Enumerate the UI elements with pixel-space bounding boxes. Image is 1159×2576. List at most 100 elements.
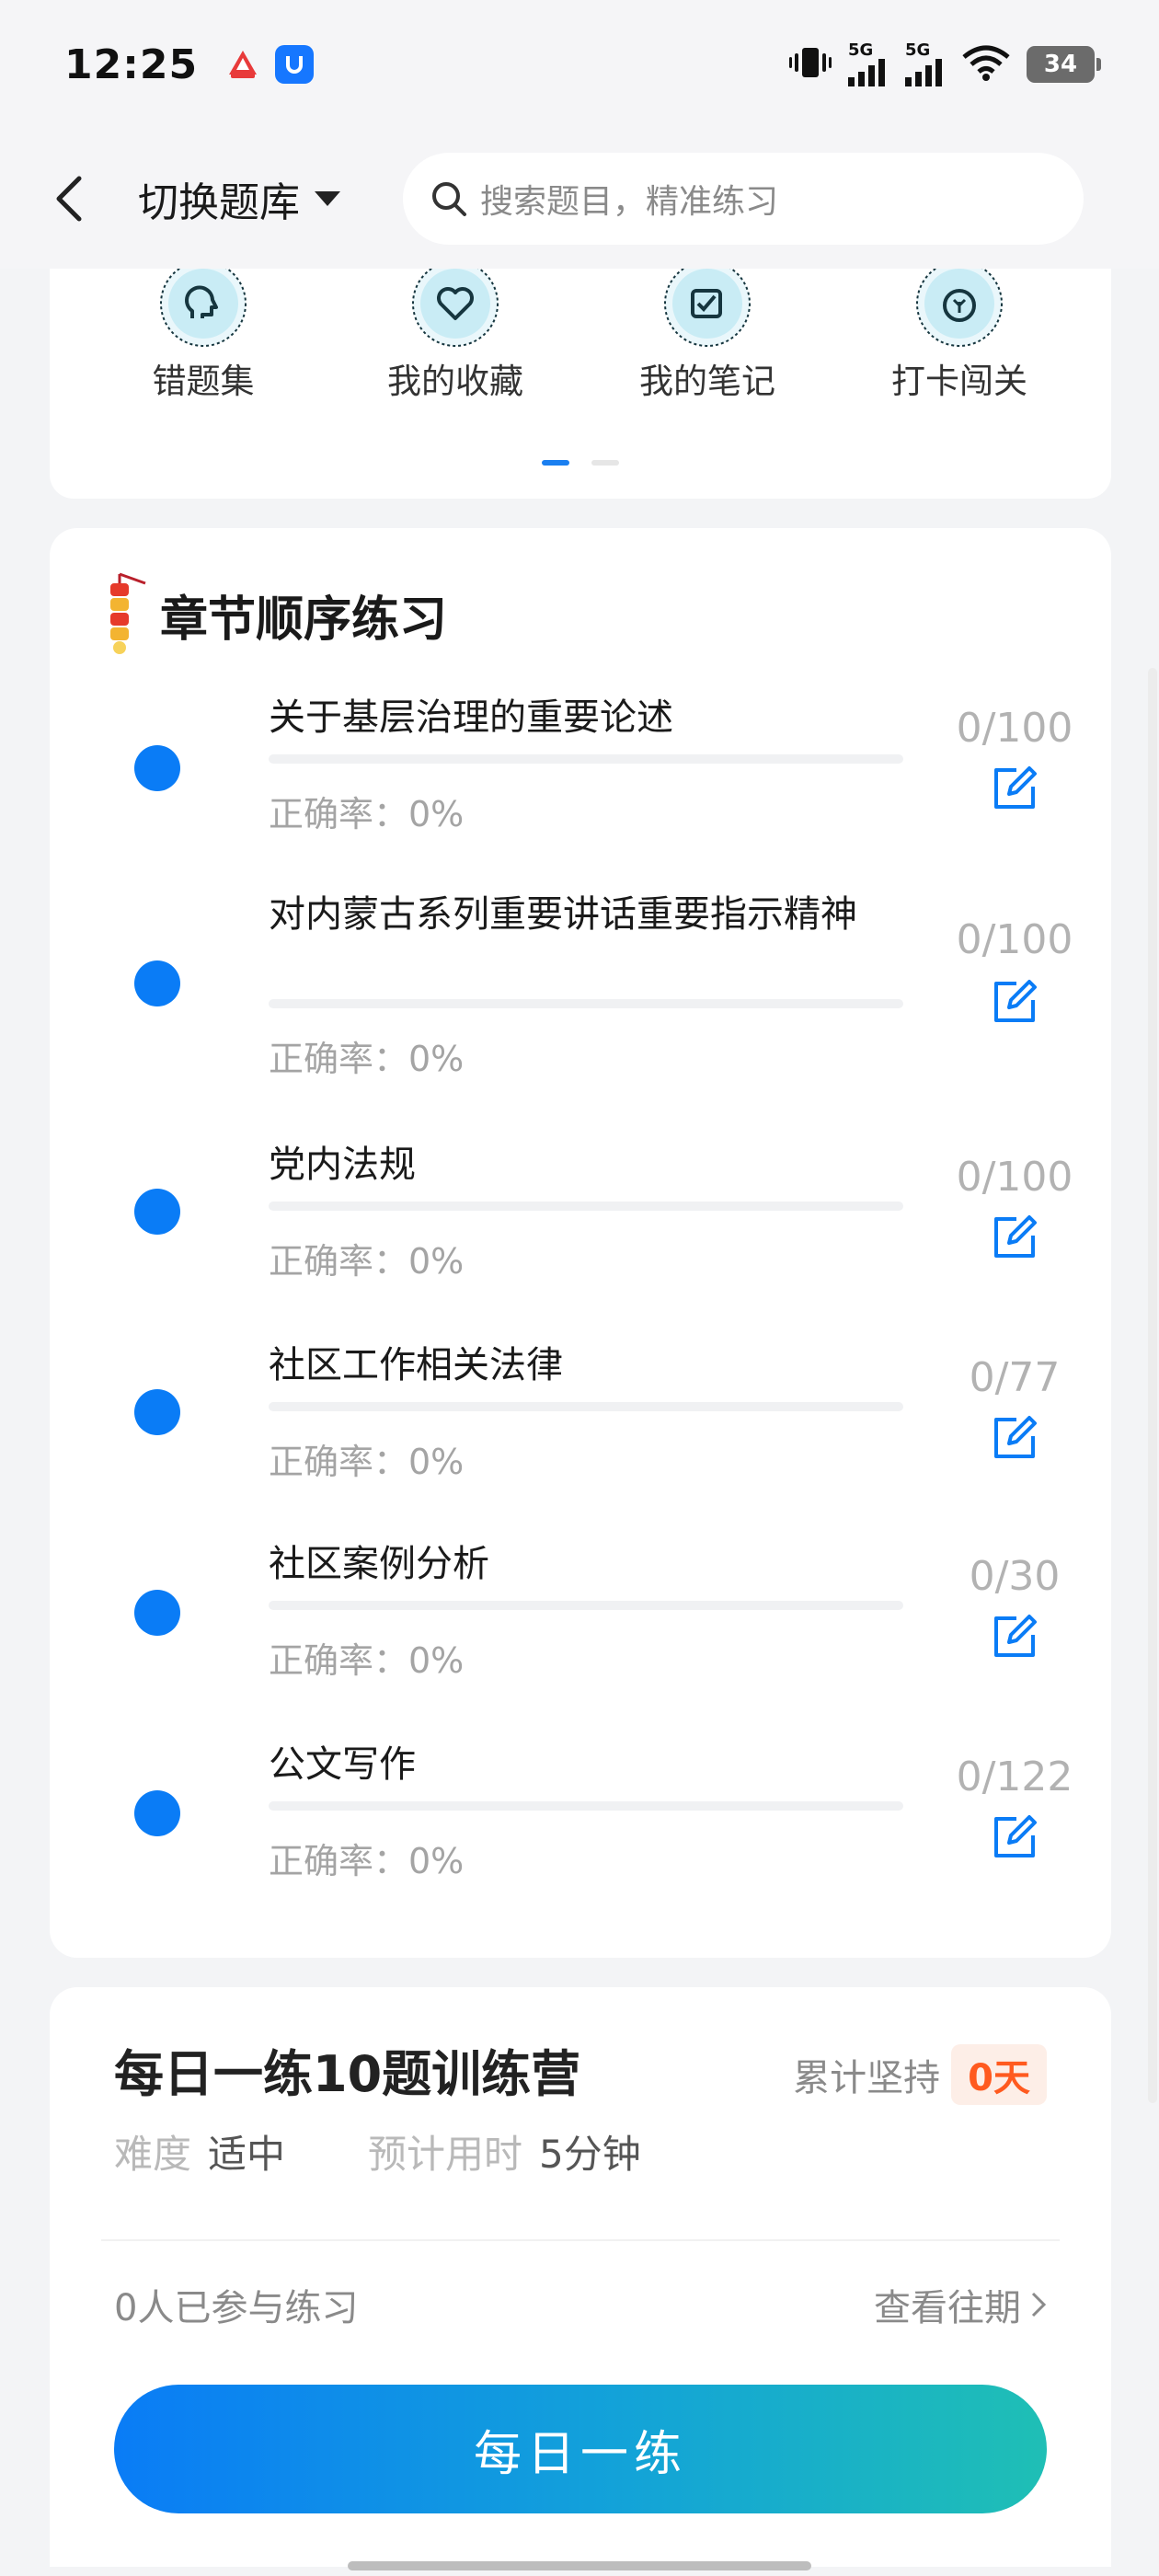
chapter-item[interactable]: 公文写作 正确率：0% 0/122: [50, 1741, 1111, 1906]
participants-count: 0人已参与练习: [114, 2287, 359, 2329]
chapter-section-title: 章节顺序练习: [160, 592, 448, 648]
leaf-icon: [913, 258, 1005, 347]
chapter-progress-bar: [269, 1402, 903, 1411]
streak-badge: 0天: [951, 2044, 1047, 2105]
chapter-progress-bar: [269, 1202, 903, 1211]
practice-edit-button[interactable]: [984, 758, 1045, 819]
status-app-icons: [224, 45, 315, 84]
edit-icon: [994, 980, 1037, 1022]
shortcut-checkin[interactable]: 打卡闯关: [833, 258, 1085, 403]
chapter-status-dot: [134, 960, 180, 1006]
shortcut-label: 我的收藏: [387, 362, 523, 401]
edit-icon: [994, 766, 1037, 809]
daily-practice-button[interactable]: 每日一练: [114, 2385, 1047, 2513]
estimated-time-label: 预计用时: [368, 2132, 523, 2177]
chapter-status-dot: [134, 1189, 180, 1235]
chapter-accuracy: 正确率：0%: [269, 1241, 465, 1282]
difficulty-label: 难度: [114, 2132, 192, 2177]
chapter-item[interactable]: 社区工作相关法律 正确率：0% 0/77: [50, 1341, 1111, 1507]
edit-icon: [994, 1615, 1037, 1657]
shortcut-label: 错题集: [152, 362, 255, 401]
home-indicator[interactable]: [348, 2561, 811, 2570]
practice-edit-button[interactable]: [984, 1807, 1045, 1868]
shortcut-row: 错题集 我的收藏 我的笔记 打卡闯关: [50, 258, 1111, 403]
chapter-status-dot: [134, 1790, 180, 1836]
battery-indicator: 34: [1027, 46, 1101, 83]
scrollbar[interactable]: [1148, 668, 1157, 2103]
shortcut-pager: [50, 460, 1111, 466]
streak-info: 累计坚持 0天: [793, 2044, 1047, 2105]
chapter-name: 社区工作相关法律: [269, 1344, 563, 1386]
chapter-item[interactable]: 关于基层治理的重要论述 正确率：0% 0/100: [50, 694, 1111, 878]
chapter-accuracy: 正确率：0%: [269, 794, 465, 834]
daily-practice-title: 每日一练10题训练营: [114, 2045, 581, 2103]
checkbox-icon: [661, 258, 753, 347]
practice-edit-button[interactable]: [984, 1408, 1045, 1468]
chapter-item[interactable]: 对内蒙古系列重要讲话重要指示精神 正确率：0% 0/100: [50, 891, 1111, 1102]
chevron-right-icon: [1031, 2292, 1047, 2317]
practice-edit-button[interactable]: [984, 1606, 1045, 1667]
chapter-name: 党内法规: [269, 1144, 416, 1186]
chapter-progress-bar: [269, 1801, 903, 1811]
practice-edit-button[interactable]: [984, 1207, 1045, 1268]
chapter-title-row: 章节顺序练习: [101, 569, 447, 661]
top-navigation: 切换题库 搜索题目，精准练习: [0, 129, 1159, 269]
pager-dot-active[interactable]: [542, 460, 569, 466]
chapter-progress-bar: [269, 754, 903, 764]
switch-question-bank[interactable]: 切换题库: [138, 169, 342, 228]
signal-2-type: 5G: [905, 40, 931, 60]
status-time: 12:25: [64, 40, 199, 88]
shortcut-card: 错题集 我的收藏 我的笔记 打卡闯关: [50, 230, 1111, 499]
shortcut-label: 我的笔记: [639, 362, 775, 401]
chapter-count: 0/122: [956, 1754, 1073, 1800]
chapter-item[interactable]: 社区案例分析 正确率：0% 0/30: [50, 1540, 1111, 1706]
switch-bank-label: 切换题库: [138, 179, 300, 226]
chapter-count: 0/100: [956, 1154, 1073, 1201]
app-notification-icon: [224, 45, 262, 84]
back-button[interactable]: [37, 167, 101, 231]
chapter-name: 公文写作: [269, 1743, 416, 1786]
chapter-accuracy: 正确率：0%: [269, 1640, 465, 1681]
chapter-accuracy: 正确率：0%: [269, 1841, 465, 1881]
chapter-accuracy: 正确率：0%: [269, 1442, 465, 1482]
app-screen: 12:25 5G 5G 34 切换题库 搜索题目，精准练习 错题集 我的收藏 我…: [0, 0, 1159, 2576]
estimated-time-value: 5分钟: [539, 2132, 641, 2177]
edit-icon: [994, 1416, 1037, 1458]
head-icon: [157, 258, 249, 347]
heart-icon: [409, 258, 501, 347]
chapter-accuracy: 正确率：0%: [269, 1039, 465, 1079]
difficulty-value: 适中: [208, 2132, 286, 2177]
pager-dot[interactable]: [591, 460, 619, 466]
signal-1-type: 5G: [848, 40, 874, 60]
chapter-count: 0/77: [969, 1354, 1061, 1401]
chapter-progress-bar: [269, 999, 903, 1008]
status-indicators: 5G 5G 34: [789, 40, 1101, 86]
shortcut-label: 打卡闯关: [891, 362, 1027, 401]
divider: [101, 2239, 1060, 2241]
practice-edit-button[interactable]: [984, 972, 1045, 1032]
chapter-status-dot: [134, 745, 180, 791]
chapter-name: 关于基层治理的重要论述: [269, 696, 673, 739]
view-history-link[interactable]: 查看往期: [874, 2278, 1047, 2331]
chapter-name: 对内蒙古系列重要讲话重要指示精神: [269, 893, 857, 936]
chapter-progress-bar: [269, 1601, 903, 1610]
chapter-status-dot: [134, 1389, 180, 1435]
signal-strength-1: 5G: [848, 42, 889, 86]
daily-meta: 难度 适中 预计用时 5分钟: [114, 2123, 641, 2179]
search-input[interactable]: 搜索题目，精准练习: [403, 153, 1084, 245]
back-arrow-icon: [56, 176, 82, 222]
chapter-count: 0/100: [956, 916, 1073, 963]
chapter-status-dot: [134, 1590, 180, 1636]
caret-down-icon: [315, 191, 340, 206]
shortcut-wrong-questions[interactable]: 错题集: [77, 258, 329, 403]
chapter-count: 0/30: [969, 1553, 1061, 1600]
search-icon: [432, 182, 466, 216]
shortcut-notes[interactable]: 我的笔记: [581, 258, 833, 403]
streak-label: 累计坚持: [793, 2057, 941, 2099]
status-bar: 12:25 5G 5G 34: [0, 0, 1159, 129]
chapter-count: 0/100: [956, 705, 1073, 752]
wifi-icon: [962, 44, 1010, 85]
chapter-practice-card: 章节顺序练习 关于基层治理的重要论述 正确率：0% 0/100 对内蒙古系列重要…: [50, 528, 1111, 1958]
chapter-item[interactable]: 党内法规 正确率：0% 0/100: [50, 1141, 1111, 1306]
shortcut-favorites[interactable]: 我的收藏: [329, 258, 581, 403]
